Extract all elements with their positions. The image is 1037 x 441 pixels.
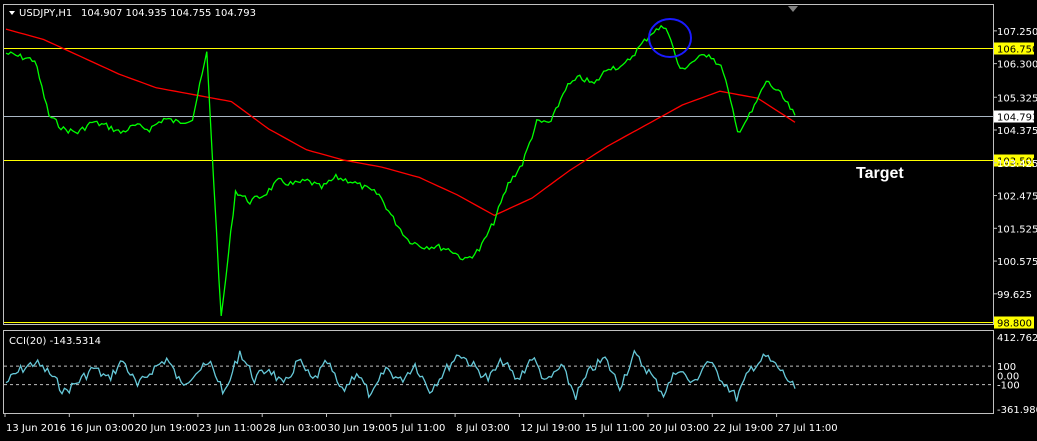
chart-area[interactable]: USDJPY,H1 104.907 104.935 104.755 104.79… (0, 0, 1037, 441)
cci-panel-frame (3, 330, 994, 414)
price-line (5, 24, 796, 316)
cci-tick-label-4: -361.9809 (997, 405, 1037, 416)
price-tick-label-6: 101.525 (997, 224, 1037, 235)
shift-marker-icon[interactable] (788, 6, 798, 12)
price-tick-label-4: 103.425 (997, 159, 1037, 170)
level-label-2: 98.800 (997, 319, 1032, 330)
price-tick-label-8: 99.625 (997, 290, 1032, 301)
cci-tick-label-3: -100 (997, 381, 1020, 392)
main-header-ohlc: 104.907 104.935 104.755 104.793 (81, 8, 256, 19)
price-tick-label-2: 105.325 (997, 93, 1037, 104)
x-tick-label-8: 12 Jul 19:00 (520, 423, 580, 434)
x-tick-label-3: 23 Jun 11:00 (199, 423, 263, 434)
price-tick-label-1: 106.300 (997, 60, 1037, 71)
current-price-label: 104.793 (997, 113, 1037, 124)
price-tick-label-7: 100.575 (997, 257, 1037, 268)
target-annotation: Target (856, 165, 904, 182)
menu-triangle-icon[interactable] (9, 11, 15, 15)
x-tick-label-1: 16 Jun 03:00 (70, 423, 134, 434)
x-tick-label-7: 8 Jul 03:00 (456, 423, 510, 434)
price-tick-label-0: 107.250 (997, 27, 1037, 38)
x-tick-label-9: 15 Jul 11:00 (585, 423, 645, 434)
cci-line (5, 349, 796, 402)
x-tick-label-12: 27 Jul 11:00 (778, 423, 838, 434)
price-tick-label-5: 102.475 (997, 192, 1037, 203)
x-tick-label-6: 5 Jul 11:00 (392, 423, 446, 434)
x-tick-label-2: 20 Jun 19:00 (135, 423, 199, 434)
cci-header: CCI(20) -143.5314 (9, 336, 101, 347)
main-panel-frame (3, 4, 994, 325)
x-tick-label-11: 22 Jul 19:00 (713, 423, 773, 434)
price-tick-label-3: 104.375 (997, 126, 1037, 137)
main-header-symbol: USDJPY,H1 (19, 8, 72, 19)
x-tick-label-4: 28 Jun 03:00 (263, 423, 327, 434)
cci-tick-label-0: 412.7625 (997, 333, 1037, 344)
x-tick-label-0: 13 Jun 2016 (6, 423, 66, 434)
x-tick-label-5: 30 Jun 19:00 (328, 423, 392, 434)
level-label-0: 106.750 (997, 45, 1037, 56)
x-tick-label-10: 20 Jul 03:00 (649, 423, 709, 434)
